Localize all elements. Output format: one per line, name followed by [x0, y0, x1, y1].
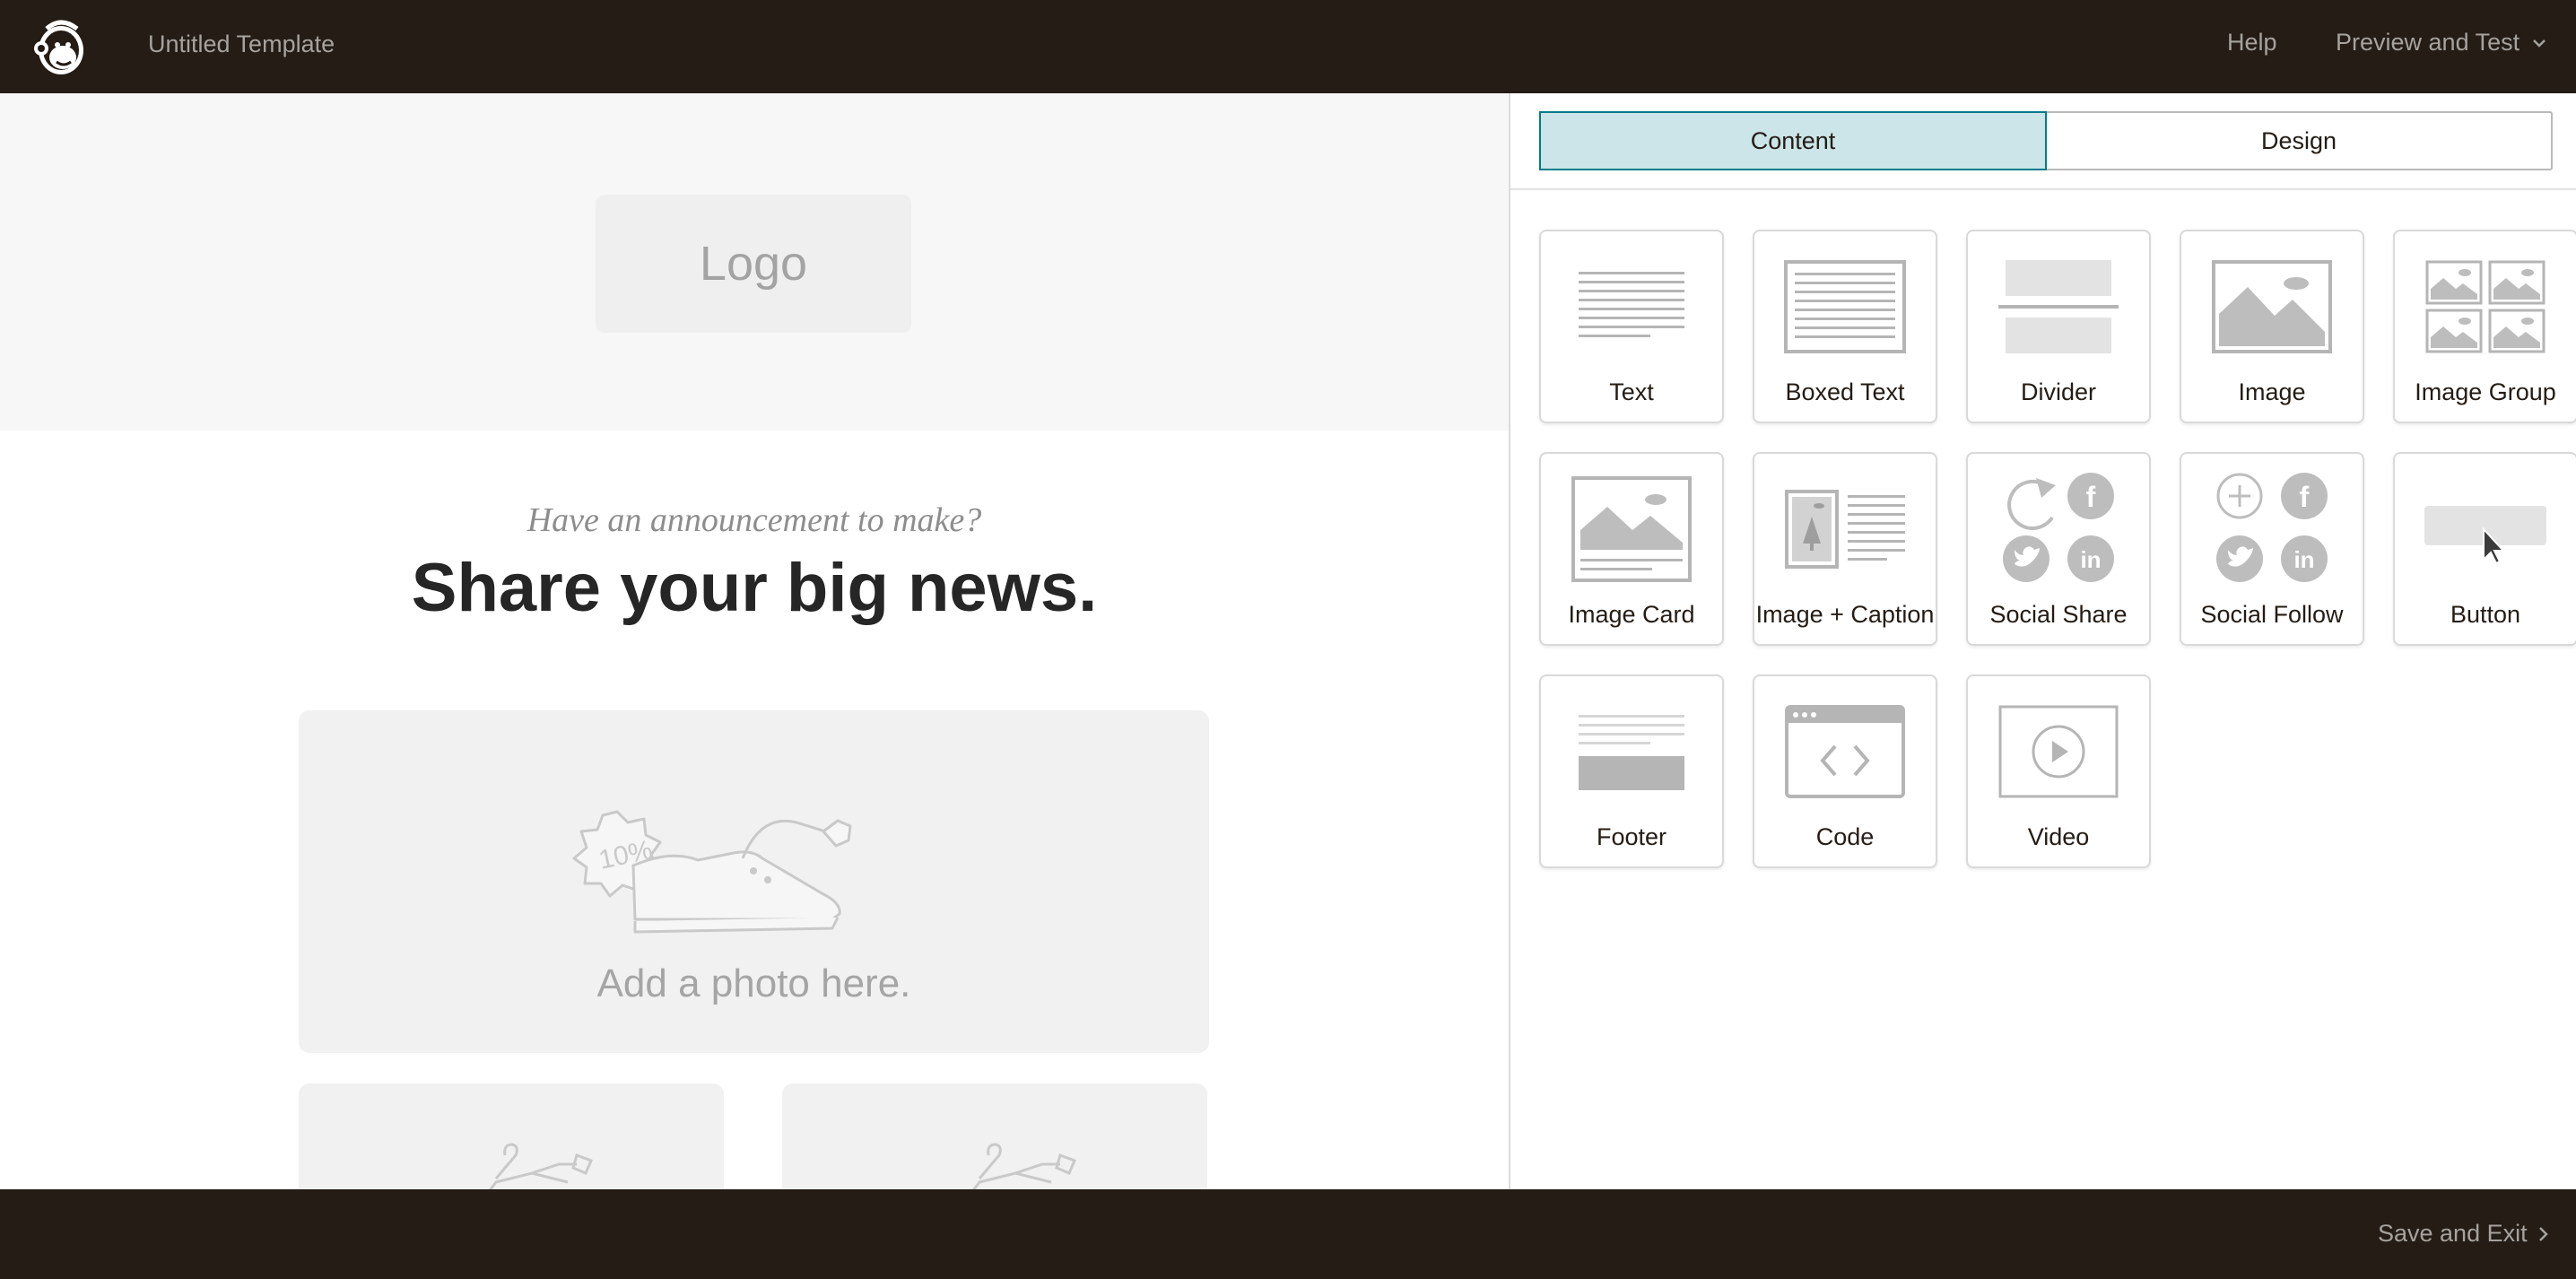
photo-placeholder-text: Add a photo here. [596, 961, 911, 1005]
block-label: Image + Caption [1755, 601, 1935, 628]
social-follow-block-icon: f in [2181, 473, 2363, 582]
block-label: Boxed Text [1785, 378, 1905, 405]
shoe-sale-tag-icon: 10% [572, 810, 852, 934]
content-blocks-panel: Content Design Text Boxed Text Divider I… [1510, 93, 2576, 1189]
save-and-exit-label: Save and Exit [2378, 1220, 2528, 1247]
block-footer[interactable]: Footer [1539, 674, 1724, 868]
svg-text:f: f [2086, 481, 2096, 513]
template-title[interactable]: Untitled Template [148, 30, 335, 58]
button-block-icon [2395, 477, 2576, 581]
image-caption-block-icon [1754, 477, 1936, 581]
block-image-card[interactable]: Image Card [1539, 452, 1724, 646]
announcement-subhead[interactable]: Have an announcement to make? [0, 500, 1509, 540]
block-label: Footer [1596, 823, 1667, 850]
product-placeholder-right[interactable] [782, 1083, 1207, 1189]
video-block-icon [1968, 700, 2149, 804]
block-label: Text [1609, 378, 1654, 405]
block-label: Image [2238, 378, 2306, 405]
block-image-group[interactable]: Image Group [2393, 230, 2576, 423]
svg-text:f: f [2300, 481, 2310, 513]
tab-design[interactable]: Design [2047, 113, 2551, 169]
mailchimp-logo-icon[interactable] [27, 13, 93, 79]
preview-and-test-label: Preview and Test [2336, 29, 2520, 56]
email-canvas: Logo Have an announcement to make? Share… [0, 93, 1509, 1189]
block-label: Image Card [1568, 601, 1695, 628]
block-label: Button [2450, 601, 2521, 628]
logo-placeholder[interactable]: Logo [596, 195, 911, 333]
image-group-block-icon [2395, 255, 2576, 359]
block-label: Code [1815, 823, 1875, 850]
code-block-icon [1754, 700, 1936, 804]
bottom-bar: Save and Exit [0, 1189, 2576, 1279]
tab-content[interactable]: Content [1539, 111, 2047, 170]
help-link[interactable]: Help [2227, 29, 2277, 57]
block-social-follow[interactable]: f in Social Follow [2180, 452, 2364, 646]
image-card-block-icon [1541, 476, 1722, 582]
block-image[interactable]: Image [2180, 230, 2364, 423]
block-label: Video [2027, 823, 2090, 850]
chevron-right-icon [2538, 1226, 2548, 1241]
block-social-share[interactable]: f in Social Share [1966, 452, 2151, 646]
top-bar: Untitled Template Help Preview and Test [0, 0, 2576, 93]
announcement-headline[interactable]: Share your big news. [0, 549, 1509, 627]
block-boxed-text[interactable]: Boxed Text [1753, 230, 1937, 423]
block-text[interactable]: Text [1539, 230, 1724, 423]
panel-separator [1510, 188, 2576, 190]
text-block-icon [1541, 255, 1722, 359]
product-placeholder-left[interactable] [299, 1083, 724, 1189]
chevron-down-icon [2533, 39, 2546, 48]
boxed-text-block-icon [1754, 255, 1936, 359]
block-video[interactable]: Video [1966, 674, 2151, 868]
block-label: Image Group [2415, 378, 2556, 405]
block-label: Social Follow [2200, 601, 2344, 628]
photo-placeholder[interactable]: 10% Add a photo here. [299, 710, 1209, 1053]
social-share-block-icon: f in [1968, 473, 2149, 582]
clothing-hanger-icon [972, 1143, 1076, 1189]
block-code[interactable]: Code [1753, 674, 1937, 868]
save-and-exit-button[interactable]: Save and Exit [2378, 1220, 2548, 1248]
image-block-icon [2181, 255, 2363, 359]
block-label: Social Share [1989, 601, 2128, 628]
block-divider[interactable]: Divider [1966, 230, 2151, 423]
svg-text:in: in [2080, 546, 2101, 573]
svg-text:in: in [2293, 546, 2314, 573]
preview-and-test-menu[interactable]: Preview and Test [2336, 29, 2546, 57]
block-button[interactable]: Button [2393, 452, 2576, 646]
clothing-hanger-icon [489, 1143, 593, 1189]
block-label: Divider [2020, 378, 2097, 405]
email-header-section[interactable]: Logo [0, 93, 1509, 431]
panel-tabs: Content Design [1539, 111, 2553, 170]
footer-block-icon [1541, 700, 1722, 804]
divider-block-icon [1968, 255, 2149, 359]
block-image-caption[interactable]: Image + Caption [1753, 452, 1937, 646]
